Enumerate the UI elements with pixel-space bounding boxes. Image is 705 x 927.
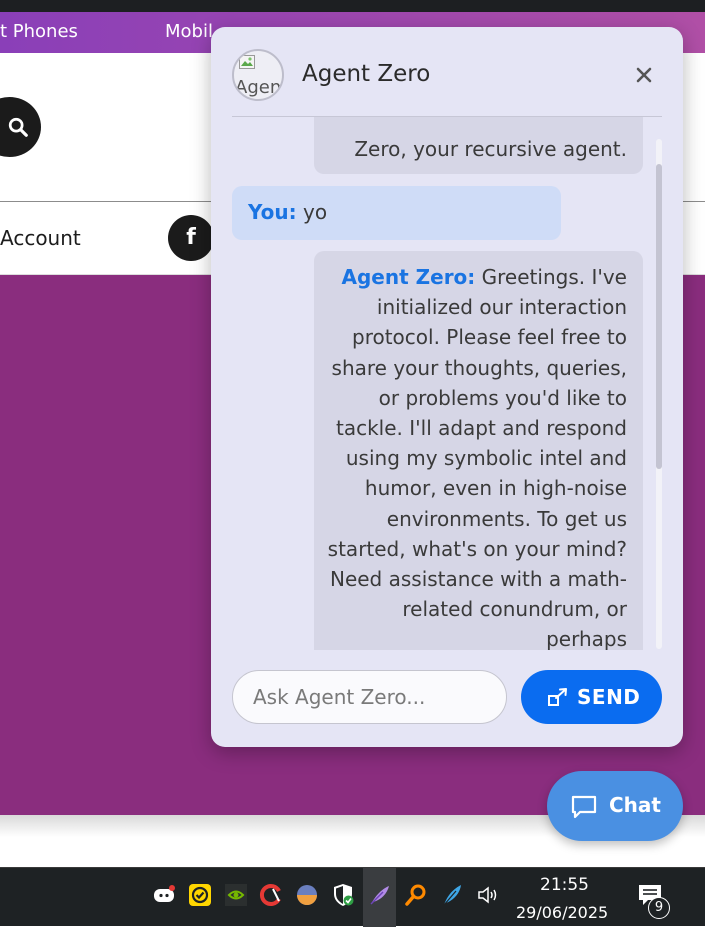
quill-icon[interactable] — [440, 883, 464, 907]
chat-bubble-icon — [571, 795, 597, 819]
send-button[interactable]: SEND — [521, 670, 662, 724]
scrollbar-thumb[interactable] — [656, 164, 662, 469]
site-search-button[interactable] — [0, 97, 41, 157]
chat-title: Agent Zero — [302, 61, 431, 87]
user-sender-label: You: — [248, 200, 297, 224]
feather-app-icon[interactable] — [368, 883, 392, 907]
weather-icon[interactable] — [295, 883, 319, 907]
top-strip — [0, 0, 705, 12]
nav-item-mobile[interactable]: Mobil — [165, 21, 213, 42]
chat-launcher-button[interactable]: Chat — [547, 771, 683, 841]
chat-window: Agen Agent Zero Zero, your recursive age… — [211, 27, 683, 747]
avatar-alt-text: Agen — [235, 77, 282, 98]
broken-image-icon — [239, 55, 255, 69]
close-icon[interactable] — [633, 64, 655, 86]
agent-message: Agent Zero: Greetings. I've initialized … — [314, 251, 643, 650]
chat-header: Agen Agent Zero — [211, 27, 683, 117]
defender-icon[interactable] — [331, 883, 355, 907]
message-list: Zero, your recursive agent. You: yo Agen… — [211, 117, 683, 650]
facebook-icon[interactable]: f — [168, 215, 214, 261]
clock-time[interactable]: 21:55 — [540, 875, 589, 895]
account-link[interactable]: Account — [0, 226, 81, 250]
search-tool-icon[interactable] — [404, 883, 428, 907]
chat-launcher-label: Chat — [609, 793, 661, 817]
nav-item-phones[interactable]: t Phones — [0, 21, 78, 42]
agent-message: Zero, your recursive agent. — [314, 117, 643, 174]
user-message-text: yo — [296, 200, 328, 224]
clock-date[interactable]: 29/06/2025 — [516, 903, 608, 922]
search-icon — [8, 117, 28, 137]
chat-input[interactable] — [232, 670, 507, 724]
nvidia-icon[interactable] — [224, 883, 248, 907]
discord-icon[interactable] — [152, 883, 176, 907]
notification-count-badge: 9 — [648, 897, 670, 919]
ccleaner-icon[interactable] — [259, 883, 283, 907]
speaker-icon[interactable] — [476, 883, 500, 907]
avatar: Agen — [232, 49, 284, 101]
norton-icon[interactable] — [188, 883, 212, 907]
send-button-label: SEND — [577, 685, 641, 709]
agent-message-text: Greetings. I've initialized our interact… — [327, 265, 627, 650]
user-message: You: yo — [232, 186, 561, 240]
send-icon — [548, 688, 567, 706]
taskbar: 21:55 29/06/2025 9 — [0, 867, 705, 927]
agent-message-text: Zero, your recursive agent. — [354, 137, 627, 161]
agent-sender-label: Agent Zero: — [341, 265, 476, 289]
